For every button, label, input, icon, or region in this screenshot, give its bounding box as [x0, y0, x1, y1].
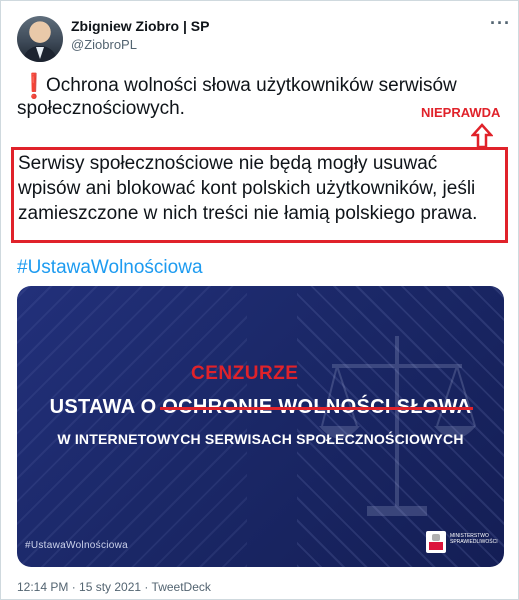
author-handle[interactable]: @ZiobroPL	[71, 37, 137, 52]
arrow-up-icon	[471, 123, 493, 149]
scales-of-justice-icon	[319, 336, 476, 516]
background-pattern	[17, 286, 247, 567]
tweet-card: Zbigniew Ziobro | SP @ZiobroPL ··· ❗ Och…	[0, 0, 519, 600]
overlay-word: CENZURZE	[191, 363, 299, 384]
tweet-boxed-text: Serwisy społecznościowe nie będą mogły u…	[18, 153, 478, 224]
card-headline: USTAWA O OCHRONIE WOLNOŚCI SŁOWA	[1, 396, 519, 419]
tweet-text-line1: Ochrona wolności słowa użytkowników serw…	[46, 75, 457, 96]
tweet-text-line2: społecznościowych.	[17, 98, 185, 119]
author-name[interactable]: Zbigniew Ziobro | SP	[71, 18, 209, 34]
headline-prefix: USTAWA O	[49, 396, 157, 418]
tweet-timestamp[interactable]: 12:14 PM · 15 sty 2021 · TweetDeck	[17, 580, 211, 594]
ministry-name: MINISTERSTWO SPRAWIEDLIWOŚCI	[450, 533, 498, 545]
card-subline: W INTERNETOWYCH SERWISACH SPOŁECZNOŚCIOW…	[57, 431, 464, 447]
headline-struck-text: OCHRONIE WOLNOŚCI SŁOWA	[162, 396, 472, 418]
card-hashtag: #UstawaWolnościowa	[25, 540, 129, 551]
hashtag-link[interactable]: #UstawaWolnościowa	[17, 257, 203, 279]
media-image[interactable]	[17, 286, 504, 567]
avatar[interactable]	[17, 16, 63, 62]
annotation-label: NIEPRAWDA	[421, 105, 501, 120]
exclamation-icon: ❗	[19, 73, 49, 100]
more-horizontal-icon[interactable]: ···	[490, 13, 511, 34]
ministry-emblem-icon	[426, 531, 446, 553]
